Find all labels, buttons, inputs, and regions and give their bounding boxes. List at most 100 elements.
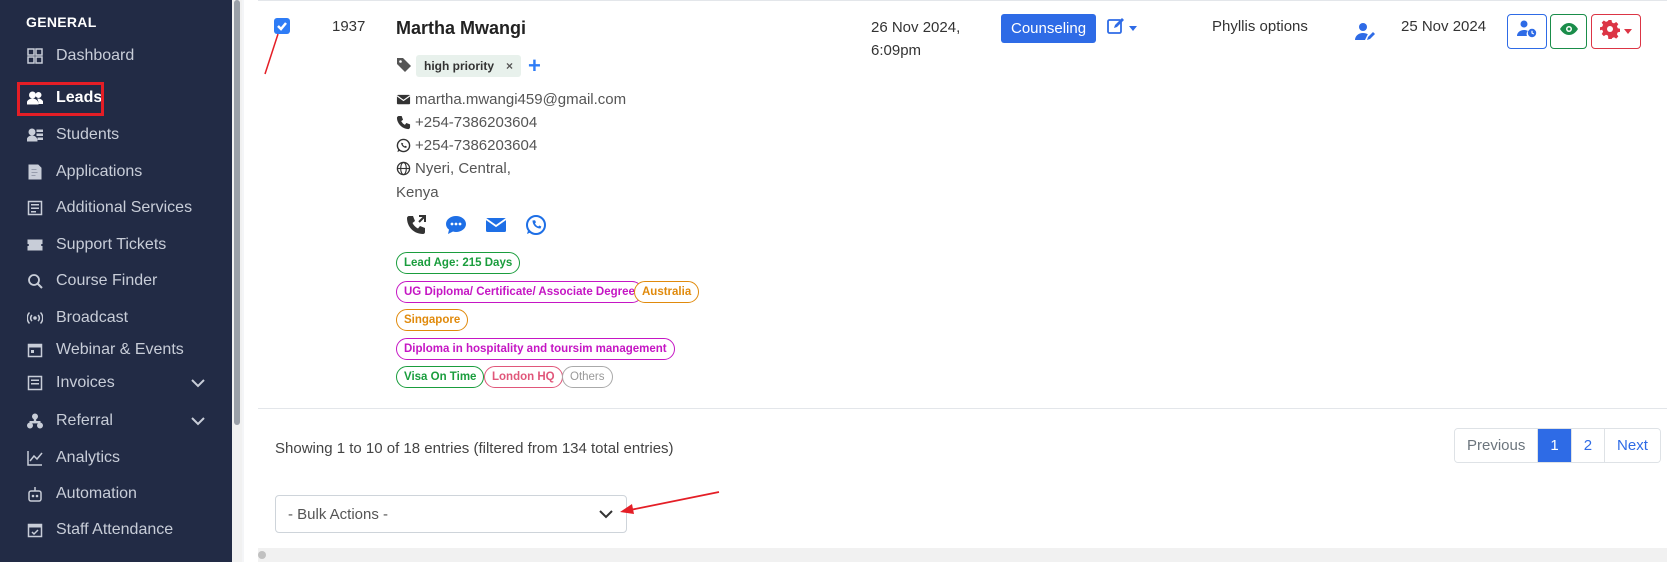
sidebar-section-title: GENERAL	[26, 14, 97, 30]
sidebar-item-webinar-events[interactable]: Webinar & Events	[16, 333, 216, 367]
settings-dropdown-button[interactable]	[1591, 14, 1641, 49]
sidebar-item-broadcast[interactable]: Broadcast	[16, 301, 216, 335]
document-icon	[26, 163, 44, 181]
sidebar-item-label: Invoices	[56, 374, 115, 391]
sidebar-item-analytics[interactable]: Analytics	[16, 441, 216, 475]
envelope-icon	[396, 92, 412, 108]
sidebar-item-applications[interactable]: Applications	[16, 155, 216, 189]
chevron-down-icon	[190, 413, 206, 429]
search-icon	[26, 272, 44, 290]
course-badge: Diploma in hospitality and toursim manag…	[396, 338, 675, 360]
sidebar-item-label: Webinar & Events	[56, 341, 184, 358]
lead-email: martha.mwangi459@gmail.com	[415, 91, 627, 108]
globe-icon	[396, 161, 412, 177]
calendar-check-icon	[26, 521, 44, 539]
lead-location-line1: Nyeri, Central,	[415, 160, 511, 177]
chevron-down-icon	[190, 375, 206, 391]
created-date: 26 Nov 2024, 6:09pm	[871, 16, 960, 62]
status-button[interactable]: Counseling	[1001, 14, 1097, 43]
assign-counselor-button[interactable]	[1507, 14, 1547, 49]
annotation-arrow	[620, 491, 720, 514]
branch-badge: London HQ	[484, 366, 563, 388]
chart-line-icon	[26, 449, 44, 467]
sidebar-item-label: Broadcast	[56, 309, 129, 326]
sidebar-item-automation[interactable]: Automation	[16, 477, 216, 511]
sidebar-item-label: Dashboard	[56, 47, 135, 64]
remove-tag-button[interactable]: ×	[506, 59, 513, 73]
sidebar-item-students[interactable]: Students	[16, 118, 216, 152]
chevron-down-icon	[598, 506, 614, 522]
sidebar-item-additional-services[interactable]: Additional Services	[16, 191, 216, 225]
view-lead-button[interactable]	[1550, 14, 1587, 49]
ticket-icon	[26, 236, 44, 254]
sidebar-scrollbar[interactable]	[232, 0, 242, 562]
chat-icon[interactable]	[444, 213, 468, 237]
whatsapp-icon	[396, 138, 412, 154]
edit-status-dropdown[interactable]	[1107, 17, 1147, 40]
calendar-icon	[26, 341, 44, 359]
created-time-text: 6:09pm	[871, 42, 922, 59]
lead-location-line2: Kenya	[396, 184, 439, 201]
lead-location-row-2: Kenya	[396, 184, 439, 201]
lead-phone-row: +254-7386203604	[396, 114, 537, 131]
page-1-button[interactable]: 1	[1537, 429, 1571, 462]
caret-down-icon	[1129, 25, 1137, 31]
sidebar-item-support-tickets[interactable]: Support Tickets	[16, 228, 216, 262]
bulk-actions-select[interactable]: - Bulk Actions -	[275, 495, 627, 533]
phone-icon	[396, 115, 412, 131]
sidebar-item-staff-attendance[interactable]: Staff Attendance	[16, 513, 216, 547]
lead-whatsapp-row: +254-7386203604	[396, 137, 537, 154]
scrollbar-thumb[interactable]	[234, 0, 240, 425]
invoice-icon	[26, 374, 44, 392]
assign-user-icon[interactable]	[1355, 22, 1377, 42]
lead-whatsapp: +254-7386203604	[415, 137, 538, 154]
sidebar-item-label: Staff Attendance	[56, 521, 174, 538]
broadcast-icon	[26, 309, 44, 327]
country-badge: Singapore	[396, 309, 469, 331]
gear-icon	[1599, 19, 1621, 44]
other-badge: Others	[562, 366, 613, 388]
previous-page-button[interactable]: Previous	[1455, 429, 1538, 462]
lead-name[interactable]: Martha Mwangi	[396, 18, 526, 39]
row-checkbox[interactable]	[274, 18, 290, 34]
sidebar-item-label: Additional Services	[56, 199, 193, 216]
referral-icon	[26, 412, 44, 430]
lead-phone: +254-7386203604	[415, 114, 538, 131]
horizontal-scrollbar[interactable]	[258, 548, 1667, 562]
degree-badge: UG Diploma/ Certificate/ Associate Degre…	[396, 281, 643, 303]
caret-down-icon	[1624, 29, 1632, 34]
sidebar-item-dashboard[interactable]: Dashboard	[16, 39, 216, 73]
sidebar-item-label: Students	[56, 126, 120, 143]
add-tag-button[interactable]: +	[528, 55, 541, 77]
contact-actions	[404, 213, 548, 237]
edit-icon	[1107, 17, 1125, 40]
lead-id: 1937	[332, 18, 366, 35]
source-badge: Visa On Time	[396, 366, 485, 388]
whatsapp-action-icon[interactable]	[524, 213, 548, 237]
sidebar-item-invoices[interactable]: Invoices	[16, 366, 216, 400]
sidebar-item-referral[interactable]: Referral	[16, 404, 216, 438]
robot-icon	[26, 485, 44, 503]
email-icon[interactable]	[484, 213, 508, 237]
call-icon[interactable]	[404, 213, 428, 237]
sidebar-item-course-finder[interactable]: Course Finder	[16, 264, 216, 298]
entries-info: Showing 1 to 10 of 18 entries (filtered …	[275, 440, 674, 457]
next-page-button[interactable]: Next	[1604, 429, 1660, 462]
user-clock-icon	[1517, 19, 1537, 44]
student-list-icon	[26, 126, 44, 144]
grid-icon	[26, 47, 44, 65]
sidebar-item-label: Support Tickets	[56, 236, 167, 253]
followup-date: 25 Nov 2024	[1401, 18, 1487, 35]
annotation-line	[264, 33, 279, 75]
pagination: Previous 1 2 Next	[1454, 428, 1661, 463]
bulk-actions-value: - Bulk Actions -	[288, 505, 389, 523]
scrollbar-thumb[interactable]	[258, 551, 266, 559]
lead-location-row: Nyeri, Central,	[396, 160, 511, 177]
sidebar-item-label: Automation	[56, 485, 137, 502]
sidebar-item-label: Analytics	[56, 449, 121, 466]
tag-icon	[396, 57, 412, 73]
lead-email-row: martha.mwangi459@gmail.com	[396, 91, 626, 108]
page-2-button[interactable]: 2	[1570, 429, 1605, 462]
eye-icon	[1559, 19, 1579, 44]
tag-label: high priority	[424, 59, 494, 73]
